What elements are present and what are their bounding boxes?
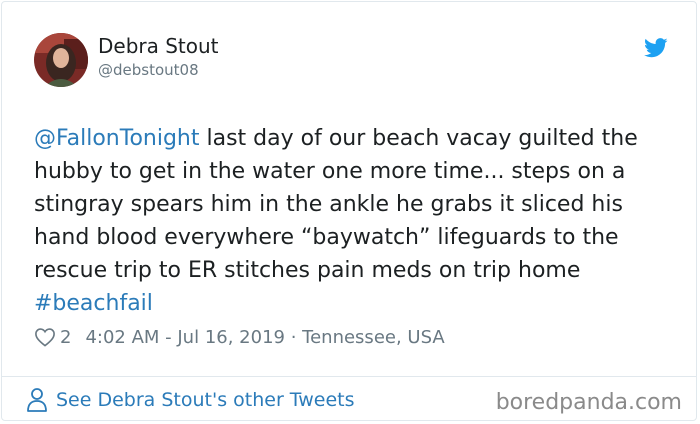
person-icon (27, 388, 47, 412)
hashtag-link[interactable]: #beachfail (34, 291, 153, 316)
mention-link[interactable]: @FallonTonight (34, 126, 200, 151)
meta-separator: · (284, 326, 303, 348)
tweet-meta: 2 4:02 AM - Jul 16, 2019 · Tennessee, US… (34, 324, 445, 350)
avatar-image (34, 33, 88, 87)
avatar[interactable] (34, 33, 88, 87)
other-tweets-label[interactable]: See Debra Stout's other Tweets (56, 389, 355, 411)
timestamp[interactable]: 4:02 AM - Jul 16, 2019 (85, 327, 285, 348)
tweet-text: @FallonTonight last day of our beach vac… (34, 122, 684, 320)
location[interactable]: Tennessee, USA (302, 327, 445, 348)
heart-icon[interactable] (34, 327, 56, 347)
watermark: boredpanda.com (495, 390, 682, 415)
author-handle[interactable]: @debstout08 (98, 61, 199, 79)
author-name[interactable]: Debra Stout (98, 34, 219, 58)
tweet-card: Debra Stout @debstout08 @FallonTonight l… (1, 1, 697, 421)
like-count[interactable]: 2 (60, 327, 71, 348)
other-tweets-link[interactable]: See Debra Stout's other Tweets (26, 387, 355, 413)
twitter-bird-icon[interactable] (644, 38, 668, 58)
divider (2, 376, 696, 377)
